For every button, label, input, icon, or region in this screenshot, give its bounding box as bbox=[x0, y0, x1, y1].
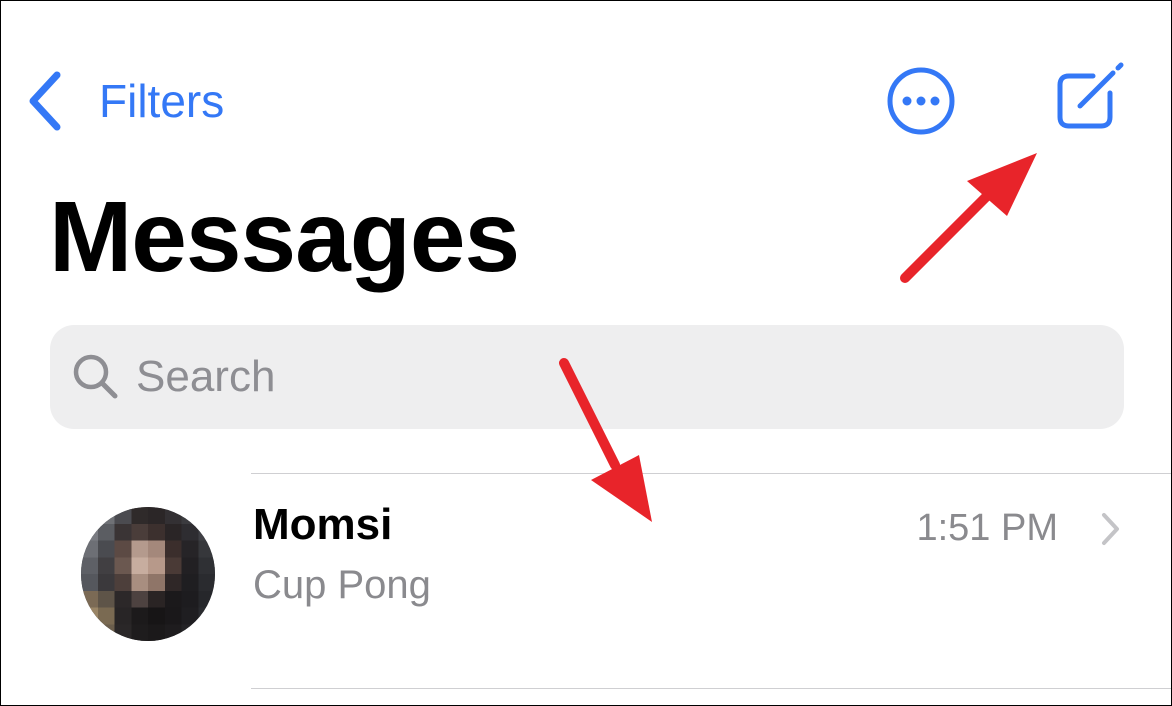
square-pencil-icon bbox=[1057, 62, 1124, 129]
search-input[interactable] bbox=[136, 352, 1036, 402]
avatar bbox=[81, 507, 215, 641]
list-separator bbox=[251, 688, 1171, 689]
search-bar[interactable] bbox=[50, 325, 1124, 429]
message-timestamp: 1:51 PM bbox=[916, 507, 1058, 549]
conversation-row[interactable]: Momsi Cup Pong 1:51 PM bbox=[1, 474, 1171, 688]
message-preview: Cup Pong bbox=[253, 563, 431, 607]
messages-screen: Filters Messages Search Momsi Cup Pong 1… bbox=[0, 0, 1172, 706]
chevron-right-icon bbox=[1102, 513, 1119, 545]
compose-button[interactable] bbox=[1049, 59, 1127, 137]
more-options-button[interactable] bbox=[885, 65, 957, 137]
page-title: Messages bbox=[49, 181, 520, 293]
back-button[interactable]: Filters bbox=[23, 61, 224, 141]
ellipsis-circle-icon bbox=[887, 67, 955, 135]
annotation-arrow-compose bbox=[900, 153, 1037, 283]
contact-name: Momsi bbox=[253, 500, 393, 549]
back-button-label: Filters bbox=[99, 75, 225, 127]
magnifying-glass-icon bbox=[73, 354, 118, 399]
chevron-left-icon bbox=[29, 71, 61, 131]
